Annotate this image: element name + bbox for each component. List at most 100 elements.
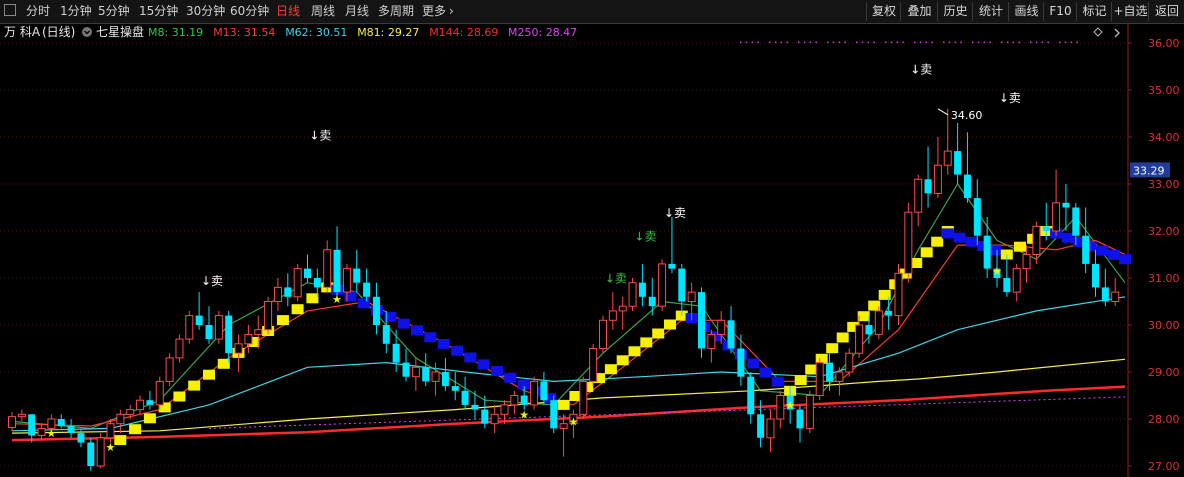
chevron-down-icon[interactable]	[82, 27, 92, 37]
candle-body	[559, 423, 568, 429]
candle-body	[914, 178, 923, 213]
dot-marker	[873, 41, 875, 43]
star-icon: ★	[992, 265, 1002, 278]
candle-body	[1101, 287, 1109, 302]
candle-body	[815, 362, 824, 397]
dot-marker	[972, 41, 974, 43]
star-icon: ★	[332, 293, 342, 306]
toolbar-button[interactable]: 复权	[866, 2, 901, 21]
toolbar-button[interactable]: F10	[1043, 2, 1077, 21]
candle-body	[727, 320, 735, 349]
period-tab[interactable]: 15分钟	[139, 0, 178, 23]
ladder-step	[504, 372, 517, 383]
candle-body	[766, 418, 775, 439]
period-tab[interactable]: 分时	[26, 0, 50, 23]
candle-body	[411, 366, 420, 378]
ladder-step	[344, 291, 357, 302]
ladder-step	[989, 245, 1001, 256]
candle-body	[983, 235, 991, 269]
candle-body	[293, 268, 302, 298]
toolbar-button[interactable]: 画线	[1008, 2, 1044, 21]
candle-body	[67, 426, 75, 434]
candle-body	[520, 395, 528, 405]
candle-body	[323, 249, 332, 288]
period-tab[interactable]: 更多	[422, 0, 446, 23]
candle-body	[185, 315, 194, 340]
ladder-step	[759, 367, 772, 378]
ladder-step	[451, 345, 463, 356]
period-tab[interactable]: 日线	[276, 0, 300, 23]
candle-body	[835, 371, 844, 382]
candle-body	[1012, 268, 1021, 293]
candle-body	[973, 198, 981, 236]
candle-body	[363, 282, 371, 297]
ladder-step	[291, 304, 304, 315]
ladder-step	[664, 319, 676, 330]
toolbar-button[interactable]: 返回	[1148, 2, 1184, 21]
candle-body	[77, 433, 85, 443]
ladder-step	[357, 298, 370, 309]
candle-body	[510, 395, 519, 406]
axis-tick-label: 27.00	[1148, 460, 1180, 473]
period-tab[interactable]: 5分钟	[98, 0, 130, 23]
kline-chart[interactable]: 27.00 28.00 29.00 30.00 31.00 32.00 33.00 34.00…	[0, 24, 1184, 477]
candle-body	[431, 371, 440, 382]
period-tab[interactable]: 60分钟	[230, 0, 269, 23]
candle-body	[954, 151, 962, 175]
candle-body	[550, 400, 558, 429]
dot-marker	[1001, 41, 1003, 43]
dot-marker	[1012, 41, 1015, 43]
candle-body	[885, 310, 893, 316]
toolbar-button[interactable]: +自选	[1111, 2, 1149, 21]
menu-icon[interactable]	[4, 4, 16, 16]
candle-body	[579, 380, 588, 415]
ladder-step	[805, 364, 818, 375]
indicator-name[interactable]: 七星操盘	[96, 24, 144, 39]
toolbar-button[interactable]: 标记	[1076, 2, 1112, 21]
candle-body	[402, 362, 410, 377]
chevron-right-icon[interactable]	[1114, 28, 1120, 38]
dot-marker	[948, 41, 951, 43]
candle-body	[441, 372, 449, 387]
axis-tick-label: 36.00	[1148, 37, 1180, 50]
ladder-step	[920, 247, 933, 258]
ma-legend-item: M250: 28.47	[508, 26, 577, 39]
ladder-step	[953, 232, 966, 243]
candlesticks	[8, 108, 1120, 471]
dot-marker	[977, 41, 980, 43]
sell-signal: ↓卖	[910, 63, 932, 77]
candle-body	[353, 268, 361, 283]
ladder-step	[794, 375, 807, 386]
dot-marker	[1076, 41, 1078, 43]
period-tab[interactable]: 30分钟	[186, 0, 225, 23]
axis-tick-label: 35.00	[1148, 84, 1180, 97]
candle-body	[195, 315, 203, 325]
price-axis: 27.00 28.00 29.00 30.00 31.00 32.00 33.00 34.00…	[1127, 24, 1180, 477]
dot-marker	[890, 41, 893, 43]
sell-signal: ↓卖	[201, 274, 223, 288]
candle-body	[8, 416, 16, 428]
toolbar-button[interactable]: 叠加	[900, 2, 938, 21]
diamond-icon[interactable]	[1093, 27, 1103, 37]
current-price-marker: 33.29	[1130, 162, 1170, 178]
dot-marker	[832, 41, 835, 43]
ladder-step	[397, 318, 410, 329]
dot-marker	[943, 41, 945, 43]
toolbar-button[interactable]: 统计	[972, 2, 1009, 21]
period-label: (日线)	[42, 25, 75, 39]
indicator-dropdown[interactable]: 七星操盘	[82, 24, 144, 39]
period-tab[interactable]: 月线	[345, 0, 369, 23]
ladder-step	[1061, 232, 1074, 243]
ma-legend-item: M13: 31.54	[213, 26, 275, 39]
ladder-step	[965, 236, 978, 247]
period-tab[interactable]: 1分钟	[60, 0, 92, 23]
candle-body	[698, 292, 705, 349]
ladder-step	[941, 228, 954, 239]
dot-marker	[827, 41, 829, 43]
dot-marker	[856, 41, 858, 43]
period-tab[interactable]: 周线	[311, 0, 335, 23]
period-tab[interactable]: 多周期	[378, 0, 414, 23]
dot-marker	[815, 41, 817, 43]
toolbar-button[interactable]: 历史	[937, 2, 973, 21]
chevron-right-icon[interactable]: ›	[449, 0, 454, 23]
